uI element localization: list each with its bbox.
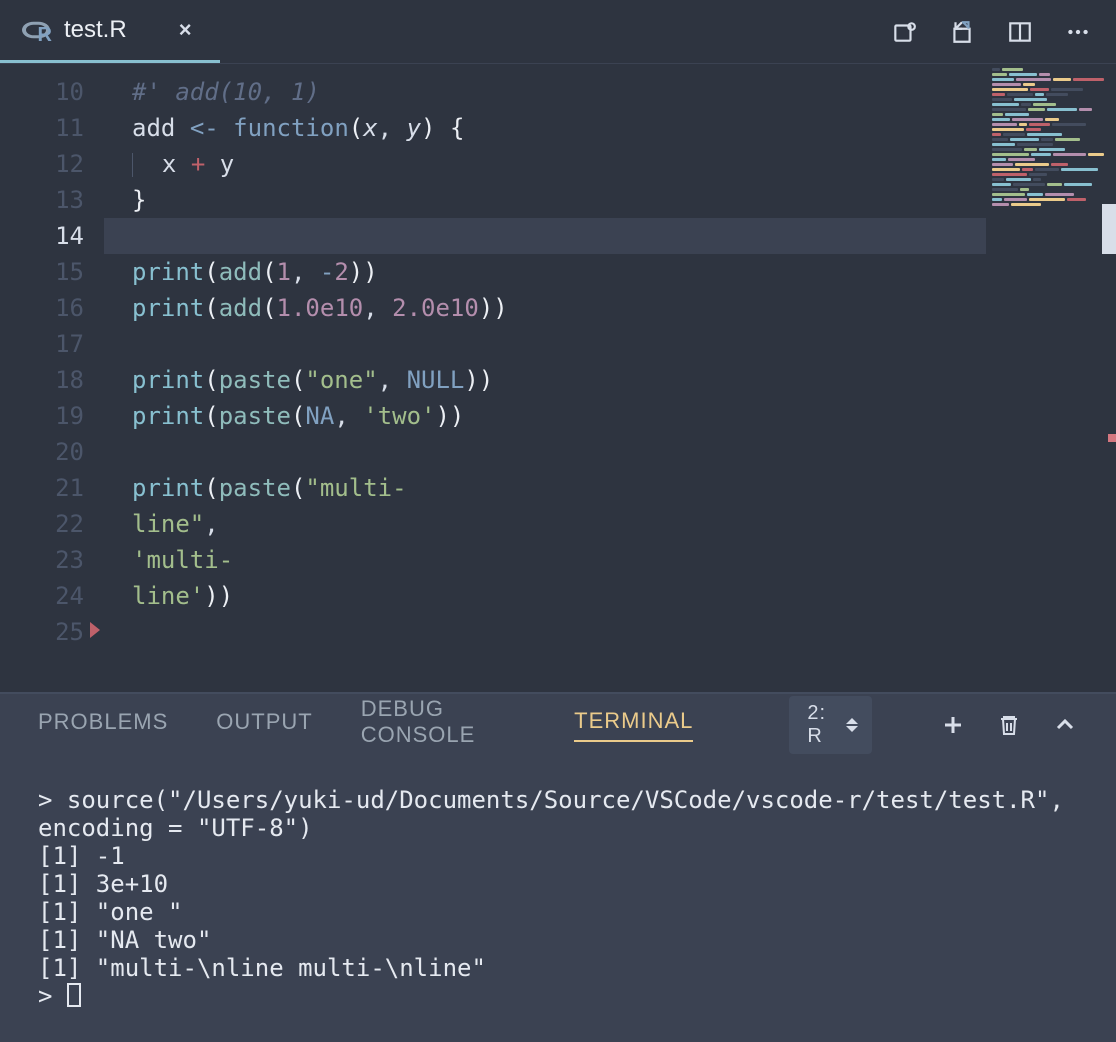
- editor-tabbar: R test.R ×: [0, 0, 1116, 64]
- code-content[interactable]: #' add(10, 1)add <- function(x, y) { x +…: [104, 64, 986, 692]
- tab-test-r[interactable]: R test.R ×: [0, 0, 220, 63]
- collapse-panel-icon[interactable]: [1052, 712, 1078, 738]
- more-actions-icon[interactable]: [1062, 16, 1094, 48]
- breakpoint-indicator-icon: [90, 622, 100, 638]
- tab-problems[interactable]: PROBLEMS: [38, 709, 168, 741]
- editor-actions: [888, 0, 1116, 63]
- r-language-icon: R: [22, 19, 50, 41]
- code-editor[interactable]: 10111213141516171819202122232425 #' add(…: [0, 64, 1116, 692]
- bottom-panel: PROBLEMS OUTPUT DEBUG CONSOLE TERMINAL 2…: [0, 692, 1116, 1042]
- close-icon[interactable]: ×: [179, 17, 192, 43]
- new-terminal-icon[interactable]: [940, 712, 966, 738]
- terminal-cursor: [67, 983, 81, 1007]
- tab-output[interactable]: OUTPUT: [216, 709, 312, 741]
- terminal-selector[interactable]: 2: R: [789, 696, 872, 754]
- terminal-output[interactable]: > source("/Users/yuki-ud/Documents/Sourc…: [0, 756, 1116, 1042]
- terminal-selector-label: 2: R: [807, 702, 836, 748]
- chevron-sort-icon: [846, 718, 858, 732]
- split-editor-icon[interactable]: [1004, 16, 1036, 48]
- tab-filename: test.R: [64, 16, 127, 44]
- discard-changes-icon[interactable]: [946, 16, 978, 48]
- minimap[interactable]: [986, 64, 1116, 692]
- kill-terminal-icon[interactable]: [996, 712, 1022, 738]
- panel-tabbar: PROBLEMS OUTPUT DEBUG CONSOLE TERMINAL 2…: [0, 694, 1116, 756]
- tab-terminal[interactable]: TERMINAL: [574, 708, 693, 742]
- tab-debug-console[interactable]: DEBUG CONSOLE: [361, 696, 526, 754]
- line-number-gutter: 10111213141516171819202122232425: [0, 64, 104, 692]
- open-changes-icon[interactable]: [888, 16, 920, 48]
- scrollbar-overview[interactable]: [1100, 64, 1116, 692]
